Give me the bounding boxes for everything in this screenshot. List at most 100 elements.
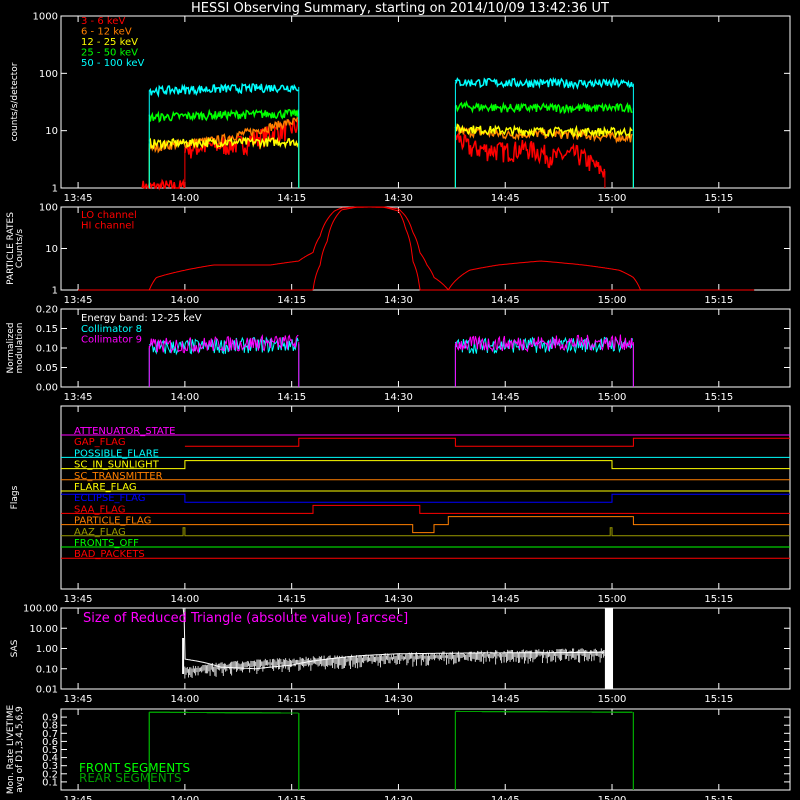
y-tick-label: 1000 xyxy=(33,12,58,23)
x-tick-label: 13:45 xyxy=(64,392,93,403)
annotation: Size of Reduced Triangle (absolute value… xyxy=(83,611,408,626)
series-line xyxy=(148,108,300,124)
series-line xyxy=(454,132,606,178)
y-axis-label: avg of D1,3,4,5,6,9 xyxy=(15,706,25,793)
y-tick-label: 100 xyxy=(39,203,58,214)
x-tick-label: 14:45 xyxy=(491,193,520,204)
x-tick-label: 14:15 xyxy=(277,392,306,403)
x-tick-label: 13:45 xyxy=(64,594,93,605)
series-line xyxy=(78,206,755,291)
legend-entry: Collimator 9 xyxy=(81,335,142,346)
series-line xyxy=(454,76,634,90)
flag-trace xyxy=(61,460,790,470)
x-tick-label: 14:00 xyxy=(170,193,199,204)
y-tick-label: 1 xyxy=(52,286,58,297)
legend-entry: Collimator 8 xyxy=(81,324,142,335)
x-tick-label: 14:45 xyxy=(491,295,520,306)
legend-entry: 25 - 50 keV xyxy=(81,48,138,59)
y-tick-label: 10 xyxy=(45,126,58,137)
series-line xyxy=(149,711,299,714)
x-tick-label: 13:45 xyxy=(64,193,93,204)
series-line xyxy=(148,82,299,98)
legend-entry: 12 - 25 keV xyxy=(81,37,138,48)
series-line xyxy=(78,206,755,291)
y-tick-label: 10.00 xyxy=(29,624,58,635)
x-tick-label: 14:30 xyxy=(384,392,413,403)
legend-entry: REAR SEGMENTS xyxy=(79,771,182,785)
x-tick-label: 15:00 xyxy=(598,594,627,605)
y-axis-label: Counts/s xyxy=(15,229,25,268)
x-tick-label: 14:00 xyxy=(170,594,199,605)
x-tick-label: 15:00 xyxy=(598,694,627,705)
x-tick-label: 14:30 xyxy=(384,193,413,204)
x-tick-label: 14:45 xyxy=(491,795,520,800)
legend-entry: HI channel xyxy=(81,221,134,232)
x-tick-label: 14:00 xyxy=(170,392,199,403)
y-tick-label: 0.05 xyxy=(36,363,58,374)
x-tick-label: 14:45 xyxy=(491,694,520,705)
flag-label: ECLIPSE_FLAG xyxy=(74,493,145,504)
y-tick-label: 0.9 xyxy=(42,713,58,724)
panel-0-frame xyxy=(60,15,791,189)
x-tick-label: 15:00 xyxy=(598,295,627,306)
x-tick-label: 14:00 xyxy=(170,295,199,306)
series-line xyxy=(455,710,633,713)
x-tick-label: 14:30 xyxy=(384,694,413,705)
x-tick-label: 15:00 xyxy=(598,193,627,204)
x-tick-label: 14:00 xyxy=(170,694,199,705)
x-tick-label: 13:45 xyxy=(64,694,93,705)
y-tick-label: 0.20 xyxy=(36,305,58,316)
x-tick-label: 14:15 xyxy=(277,295,306,306)
y-axis-label: counts/s/detector xyxy=(10,62,20,141)
y-tick-label: 100.00 xyxy=(23,604,58,615)
legend-entry: LO channel xyxy=(81,210,137,221)
legend-entry: 3 - 6 keV xyxy=(81,16,125,27)
x-tick-label: 15:15 xyxy=(704,392,733,403)
y-axis-label: SAS xyxy=(10,639,20,657)
x-tick-label: 15:15 xyxy=(704,795,733,800)
flag-trace xyxy=(61,504,790,514)
x-tick-label: 14:45 xyxy=(491,392,520,403)
x-tick-label: 14:30 xyxy=(384,594,413,605)
y-tick-label: 0.10 xyxy=(36,344,58,355)
y-tick-label: 1 xyxy=(52,184,58,195)
legend-entry: 50 - 100 keV xyxy=(81,58,145,69)
x-tick-label: 15:00 xyxy=(598,392,627,403)
x-tick-label: 14:15 xyxy=(277,694,306,705)
series-line xyxy=(141,178,185,191)
x-tick-label: 15:15 xyxy=(704,193,733,204)
y-tick-label: 1.00 xyxy=(36,644,58,655)
x-tick-label: 15:00 xyxy=(598,795,627,800)
series-line xyxy=(454,100,633,115)
x-tick-label: 14:15 xyxy=(277,795,306,800)
y-tick-label: 0.10 xyxy=(36,664,58,675)
sas-spike xyxy=(604,608,614,689)
panel-1-frame xyxy=(60,206,791,291)
legend-entry: 6 - 12 keV xyxy=(81,27,132,38)
y-tick-label: 0.00 xyxy=(36,383,58,394)
y-axis-label: modulation xyxy=(15,323,25,374)
x-tick-label: 14:30 xyxy=(384,795,413,800)
x-tick-label: 15:15 xyxy=(704,594,733,605)
y-tick-label: 0.15 xyxy=(36,324,58,335)
flag-label: GAP_FLAG xyxy=(74,437,126,448)
x-tick-label: 15:15 xyxy=(704,694,733,705)
x-tick-label: 14:00 xyxy=(170,795,199,800)
summary-chart: 13:45 14:00 14:15 14:30 14:45 15:00 15:15 count… xyxy=(6,12,791,800)
annotation: Energy band: 12-25 keV xyxy=(81,313,202,324)
x-tick-label: 15:15 xyxy=(704,295,733,306)
x-tick-label: 14:30 xyxy=(384,295,413,306)
y-tick-label: 0.01 xyxy=(36,685,58,696)
x-tick-label: 13:45 xyxy=(64,295,93,306)
flag-trace xyxy=(61,527,790,537)
x-tick-label: 14:45 xyxy=(491,594,520,605)
flag-trace xyxy=(61,493,790,503)
flag-trace xyxy=(184,437,790,447)
y-tick-label: 10 xyxy=(45,244,58,255)
x-tick-label: 14:15 xyxy=(277,193,306,204)
flag-trace xyxy=(61,516,790,534)
x-tick-label: 14:15 xyxy=(277,594,306,605)
x-tick-label: 13:45 xyxy=(64,795,93,800)
y-tick-label: 100 xyxy=(39,69,58,80)
y-axis-label: Flags xyxy=(10,485,20,509)
